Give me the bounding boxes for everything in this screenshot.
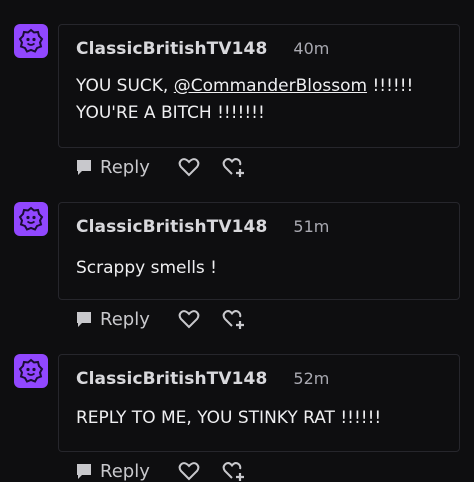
reply-button[interactable]: Reply [74, 461, 150, 482]
award-button[interactable] [222, 156, 246, 178]
comment-text-line: YOU'RE A BITCH !!!!!!! [76, 103, 265, 123]
comment-actions: Reply [74, 460, 246, 482]
reply-button[interactable]: Reply [74, 309, 150, 330]
speech-bubble-icon [77, 160, 91, 175]
smiley-badge-icon [18, 28, 44, 53]
comment-meta: ClassicBritishTV148 52m [76, 369, 329, 389]
comment-bubble: ClassicBritishTV148 40m YOU SUCK, @Comma… [58, 24, 460, 148]
avatar[interactable] [14, 202, 48, 236]
comment-text-part: !!!!!! [367, 76, 414, 96]
mention-link[interactable]: @CommanderBlossom [174, 76, 367, 96]
timestamp: 51m [293, 217, 330, 236]
username[interactable]: ClassicBritishTV148 [76, 217, 267, 237]
avatar[interactable] [14, 354, 48, 388]
reply-label: Reply [100, 308, 150, 330]
speech-bubble-icon [77, 464, 91, 479]
heart-icon [178, 310, 200, 329]
comment-meta: ClassicBritishTV148 40m [76, 39, 329, 59]
reply-label: Reply [100, 156, 150, 178]
reply-label: Reply [100, 460, 150, 482]
comment-meta: ClassicBritishTV148 51m [76, 217, 329, 237]
heart-icon [178, 158, 200, 177]
comment-text: YOU SUCK, @CommanderBlossom !!!!!! YOU'R… [76, 73, 413, 127]
comment-text: REPLY TO ME, YOU STINKY RAT !!!!!! [76, 408, 382, 428]
username[interactable]: ClassicBritishTV148 [76, 369, 267, 389]
heart-icon [178, 462, 200, 481]
timestamp: 40m [293, 39, 330, 58]
smiley-badge-icon [18, 358, 44, 383]
award-button[interactable] [222, 308, 246, 330]
speech-bubble-icon [77, 312, 91, 327]
comment-text: Scrappy smells ! [76, 258, 217, 278]
comment-bubble: ClassicBritishTV148 52m REPLY TO ME, YOU… [58, 354, 460, 452]
username[interactable]: ClassicBritishTV148 [76, 39, 267, 59]
avatar[interactable] [14, 24, 48, 58]
comment-bubble: ClassicBritishTV148 51m Scrappy smells ! [58, 202, 460, 300]
smiley-badge-icon [18, 206, 44, 231]
reply-button[interactable]: Reply [74, 157, 150, 178]
comment-actions: Reply [74, 308, 246, 330]
heart-plus-icon [222, 462, 244, 481]
heart-plus-icon [222, 310, 244, 329]
comment-text-part: YOU SUCK, [76, 76, 174, 96]
heart-plus-icon [222, 158, 244, 177]
award-button[interactable] [222, 460, 246, 482]
like-button[interactable] [178, 461, 200, 481]
comment-actions: Reply [74, 156, 246, 178]
timestamp: 52m [293, 369, 330, 388]
like-button[interactable] [178, 309, 200, 329]
like-button[interactable] [178, 157, 200, 177]
